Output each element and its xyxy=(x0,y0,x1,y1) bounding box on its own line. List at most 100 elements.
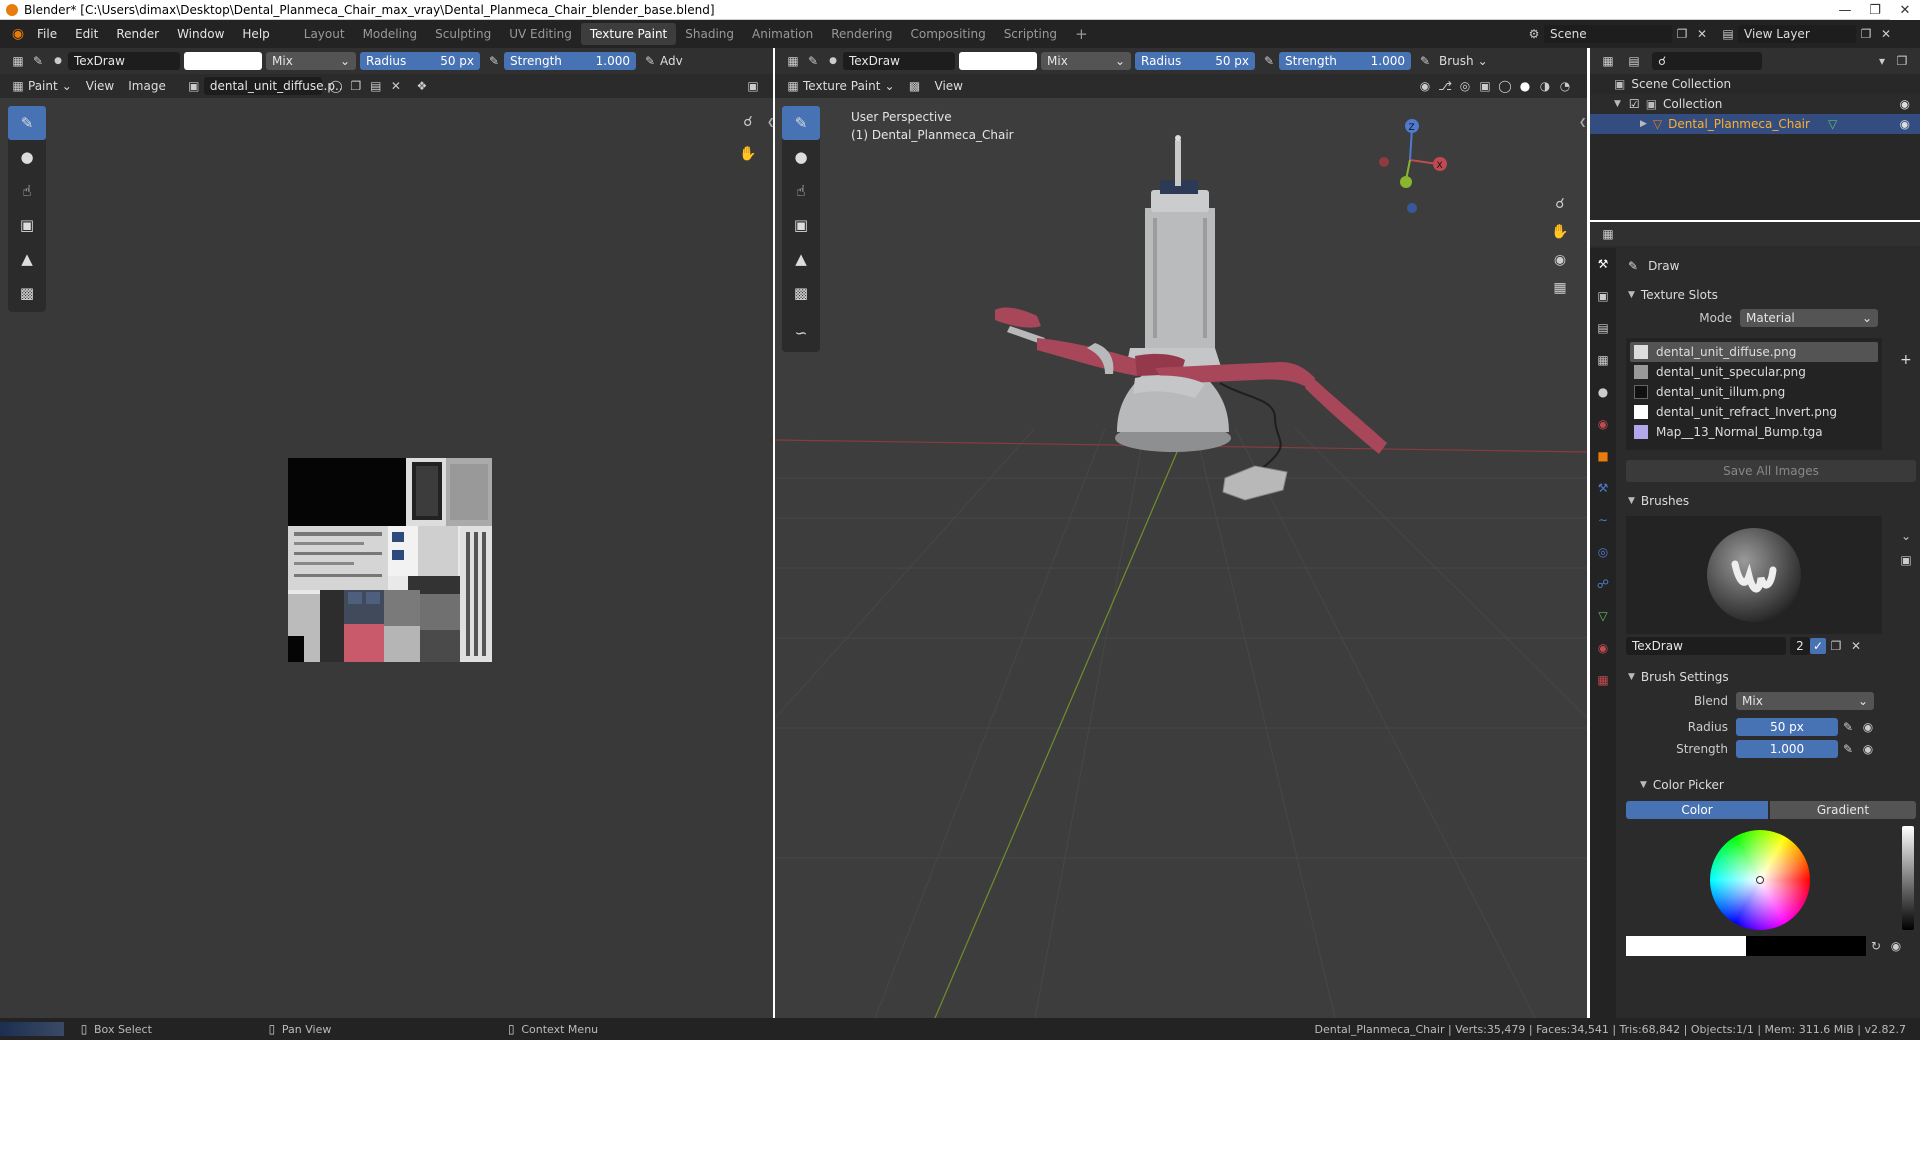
fake-user-shield-icon[interactable]: ✓ xyxy=(1810,638,1826,654)
strength-unit-icon[interactable]: ◉ xyxy=(1858,739,1878,759)
tab-gradient[interactable]: Gradient xyxy=(1770,801,1916,819)
texture-slots-panel-header[interactable]: ▼ Texture Slots xyxy=(1618,284,1918,306)
zoom-icon[interactable]: ☌ xyxy=(1550,194,1570,214)
physics-tab-icon[interactable]: ◎ xyxy=(1593,542,1613,562)
3d-viewport[interactable]: ▦ ✎ ● TexDraw Mix ⌄ Radius 50 px ✎ Strengt… xyxy=(775,48,1587,1018)
brush-preview[interactable] xyxy=(1626,516,1882,634)
expand-arrow-icon[interactable]: ▶ xyxy=(1640,119,1647,129)
tab-sculpting[interactable]: Sculpting xyxy=(426,23,500,45)
outliner-search-input[interactable]: ☌ xyxy=(1652,52,1762,70)
tab-color[interactable]: Color xyxy=(1626,801,1768,819)
visibility-icon[interactable]: ◉ xyxy=(1415,76,1435,96)
texture-slot-item[interactable]: dental_unit_specular.png xyxy=(1630,362,1878,382)
close-button[interactable]: ✕ xyxy=(1890,0,1920,20)
tab-rendering[interactable]: Rendering xyxy=(822,23,901,45)
texture-tab-icon[interactable]: ▦ xyxy=(1593,670,1613,690)
brush-name-field[interactable]: TexDraw xyxy=(843,52,955,70)
expand-arrow-icon[interactable]: ▼ xyxy=(1614,99,1621,109)
add-slot-icon[interactable]: + xyxy=(1900,352,1912,368)
radius-slider[interactable]: 50 px xyxy=(1736,718,1838,736)
editor-type-icon[interactable]: ▦ xyxy=(1598,51,1618,71)
editor-type-icon[interactable]: ▦ xyxy=(1598,224,1618,244)
new-brush-icon[interactable]: ❐ xyxy=(1826,636,1846,656)
soften-tool-icon[interactable]: ● xyxy=(8,140,46,174)
color-wheel[interactable] xyxy=(1710,830,1810,930)
tab-animation[interactable]: Animation xyxy=(743,23,822,45)
menu-file[interactable]: File xyxy=(28,27,66,41)
navigation-gizmo[interactable]: Z X xyxy=(1360,110,1460,220)
render-tab-icon[interactable]: ▣ xyxy=(1593,286,1613,306)
menu-render[interactable]: Render xyxy=(107,27,168,41)
scene-field[interactable]: Scene xyxy=(1544,25,1672,43)
primary-color-swatch[interactable] xyxy=(1626,936,1746,956)
material-shading-icon[interactable]: ◑ xyxy=(1535,76,1555,96)
image-editor[interactable]: ▦ ✎ ● TexDraw Mix ⌄ Radius 50 px ✎ Strengt… xyxy=(0,48,775,1018)
texture-slot-item[interactable]: dental_unit_refract_Invert.png xyxy=(1630,402,1878,422)
outliner[interactable]: ▦ ▤ ☌ ▾ ❐ ▣ Scene Collection ▼ ☑ ▣ Colle… xyxy=(1590,48,1920,220)
open-folder-icon[interactable]: ▤ xyxy=(366,76,386,96)
sidebar-toggle-icon[interactable]: ❮ xyxy=(767,118,775,128)
modifier-tab-icon[interactable]: ⚒ xyxy=(1593,478,1613,498)
delete-view-layer-icon[interactable]: ✕ xyxy=(1876,24,1896,44)
fake-user-shield-icon[interactable]: ◯ xyxy=(326,76,346,96)
blend-dropdown[interactable]: Mix ⌄ xyxy=(1041,52,1131,70)
strength-pressure-icon[interactable]: ✎ xyxy=(1415,51,1435,71)
brush-name-field[interactable]: TexDraw xyxy=(68,52,180,70)
menu-help[interactable]: Help xyxy=(233,27,278,41)
strength-slider[interactable]: 1.000 xyxy=(1736,740,1838,758)
rendered-shading-icon[interactable]: ◔ xyxy=(1555,76,1575,96)
view-layer-field[interactable]: View Layer xyxy=(1738,25,1856,43)
mode-dropdown[interactable]: Texture Paint xyxy=(803,79,880,93)
radius-pressure-icon[interactable]: ✎ xyxy=(1259,51,1279,71)
material-tab-icon[interactable]: ◉ xyxy=(1593,638,1613,658)
outliner-row-object[interactable]: ▶ ▽ Dental_Planmeca_Chair ▽ ◉ xyxy=(1590,114,1920,134)
properties-editor[interactable]: ▦ ⚒ ▣ ▤ ▦ ● ◉ ■ ⚒ ∼ ◎ ☍ ▽ ◉ ▦ ✎ Draw ▼ Te… xyxy=(1590,222,1920,1018)
radius-pressure-icon[interactable]: ✎ xyxy=(1838,717,1858,737)
display-mode-icon[interactable]: ▤ xyxy=(1624,51,1644,71)
tab-modeling[interactable]: Modeling xyxy=(354,23,427,45)
brush-settings-panel-header[interactable]: ▼ Brush Settings xyxy=(1618,666,1918,688)
texture-slot-item[interactable]: dental_unit_illum.png xyxy=(1630,382,1878,402)
strength-pressure-icon[interactable]: ✎ xyxy=(1838,739,1858,759)
eye-icon[interactable]: ◉ xyxy=(1900,97,1910,111)
xray-icon[interactable]: ▣ xyxy=(1475,76,1495,96)
mode-dropdown[interactable]: Paint xyxy=(28,79,58,93)
strength-slider[interactable]: Strength 1.000 xyxy=(1279,52,1411,70)
secondary-color-swatch[interactable] xyxy=(1746,936,1866,956)
smear-tool-icon[interactable]: ☝ xyxy=(8,174,46,208)
pin-icon[interactable]: ❖ xyxy=(412,76,432,96)
paint-mask-icon[interactable]: ▩ xyxy=(905,76,925,96)
new-image-icon[interactable]: ❐ xyxy=(346,76,366,96)
blend-dropdown[interactable]: Mix ⌄ xyxy=(266,52,356,70)
view-layer-tab-icon[interactable]: ▦ xyxy=(1593,350,1613,370)
brush-color-swatch[interactable] xyxy=(184,52,262,70)
radius-unit-icon[interactable]: ◉ xyxy=(1858,717,1878,737)
fill-tool-icon[interactable]: ▲ xyxy=(8,242,46,276)
image-browse-icon[interactable]: ▣ xyxy=(184,76,204,96)
tab-compositing[interactable]: Compositing xyxy=(901,23,994,45)
tool-tab-icon[interactable]: ⚒ xyxy=(1593,254,1613,274)
value-slider[interactable] xyxy=(1902,826,1914,930)
constraints-tab-icon[interactable]: ☍ xyxy=(1593,574,1613,594)
radius-slider[interactable]: Radius 50 px xyxy=(1135,52,1255,70)
clone-tool-icon[interactable]: ▣ xyxy=(8,208,46,242)
brush-list-dropdown-icon[interactable]: ⌄ xyxy=(1896,526,1916,546)
outliner-row-scene-collection[interactable]: ▣ Scene Collection xyxy=(1590,74,1920,94)
brush-thumbnail-icon[interactable]: ▣ xyxy=(1896,550,1916,570)
new-view-layer-icon[interactable]: ❐ xyxy=(1856,24,1876,44)
texture-slot-item[interactable]: Map__13_Normal_Bump.tga xyxy=(1630,422,1878,442)
delete-scene-icon[interactable]: ✕ xyxy=(1692,24,1712,44)
display-channels-icon[interactable]: ▣ xyxy=(743,76,763,96)
radius-pressure-icon[interactable]: ✎ xyxy=(484,51,504,71)
camera-icon[interactable]: ◉ xyxy=(1550,250,1570,270)
minimize-button[interactable]: — xyxy=(1830,0,1860,20)
gizmo-icon[interactable]: ⎇ xyxy=(1435,76,1455,96)
overlay-icon[interactable]: ◎ xyxy=(1455,76,1475,96)
data-tab-icon[interactable]: ▽ xyxy=(1593,606,1613,626)
brush-name-field[interactable]: TexDraw xyxy=(1626,637,1786,655)
texture-slot-item[interactable]: dental_unit_diffuse.png xyxy=(1630,342,1878,362)
menu-view[interactable]: View xyxy=(935,79,963,93)
filter-icon[interactable]: ▾ xyxy=(1872,51,1892,71)
outliner-row-collection[interactable]: ▼ ☑ ▣ Collection ◉ xyxy=(1590,94,1920,114)
editor-type-icon[interactable]: ▦ xyxy=(783,51,803,71)
